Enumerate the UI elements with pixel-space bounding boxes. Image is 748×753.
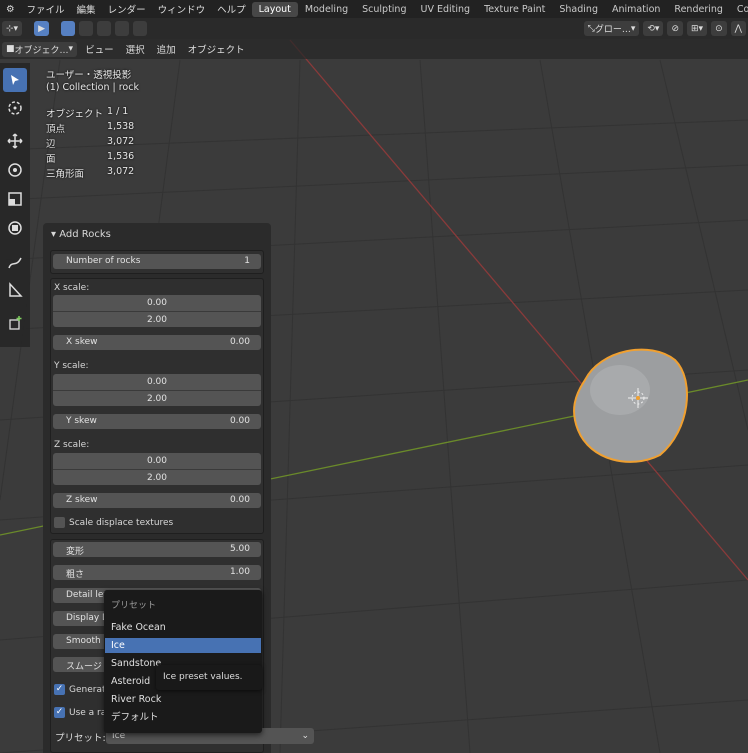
stat-vertices-label: 頂点: [46, 124, 66, 135]
preset-tooltip: Ice preset values.: [156, 665, 262, 690]
y-skew-field[interactable]: Y skew 0.00: [53, 414, 261, 429]
x-scale-range[interactable]: 0.00 2.00: [53, 295, 261, 327]
move-tool-icon[interactable]: [3, 129, 27, 153]
menu-file[interactable]: ファイル: [21, 2, 71, 16]
cursor-tool-icon[interactable]: [3, 96, 27, 120]
tab-shading[interactable]: Shading: [552, 2, 605, 17]
x-skew-field[interactable]: X skew 0.00: [53, 335, 261, 350]
z-scale-max[interactable]: 2.00: [53, 469, 261, 485]
menu-edit[interactable]: 編集: [71, 2, 102, 16]
menu-window[interactable]: ウィンドウ: [152, 2, 212, 16]
snap-target-icon[interactable]: ⊞▾: [687, 21, 708, 36]
z-scale-min[interactable]: 0.00: [53, 453, 261, 469]
checkbox-box: [54, 517, 65, 528]
stat-edges-label: 辺: [46, 139, 56, 150]
blender-window: ⚙ ファイル 編集 レンダー ウィンドウ ヘルプ Layout Modeling…: [0, 0, 748, 753]
measure-tool-icon[interactable]: [3, 278, 27, 302]
scale-displace-checkbox[interactable]: Scale displace textures: [54, 517, 173, 528]
view-name: ユーザー・透視投影: [46, 70, 132, 81]
tab-modeling[interactable]: Modeling: [298, 2, 355, 17]
preset-label: プリセット:: [55, 733, 106, 744]
tab-compositing[interactable]: Compositin: [730, 2, 748, 17]
tab-uv-editing[interactable]: UV Editing: [414, 2, 478, 17]
transform-mode-icon[interactable]: ⊹▾: [2, 21, 23, 36]
checkbox-checked-icon: ✓: [54, 684, 65, 695]
checkbox-checked-icon: ✓: [54, 707, 65, 718]
tab-sculpting[interactable]: Sculpting: [355, 2, 413, 17]
preset-item-ice[interactable]: Ice: [105, 638, 261, 653]
mode-dropdown[interactable]: ■ オブジェク… ▾: [2, 41, 78, 57]
z-scale-label: Z scale:: [54, 440, 90, 450]
stat-triangles-value: 3,072: [107, 166, 135, 177]
preset-item-fake-ocean[interactable]: Fake Ocean: [105, 620, 261, 635]
falloff-icon[interactable]: ⋀: [730, 21, 746, 36]
roughness-field[interactable]: 粗さ 1.00: [53, 565, 261, 580]
stat-vertices-value: 1,538: [107, 121, 135, 132]
y-scale-min[interactable]: 0.00: [53, 374, 261, 390]
stat-objects-value: 1 / 1: [107, 106, 129, 117]
deform-field[interactable]: 変形 5.00: [53, 542, 261, 557]
select-mode-new-icon[interactable]: [60, 21, 75, 36]
y-scale-range[interactable]: 0.00 2.00: [53, 374, 261, 406]
proportional-edit-icon[interactable]: ⊙: [711, 21, 727, 36]
preset-item-river-rock[interactable]: River Rock: [105, 692, 261, 707]
tab-layout[interactable]: Layout: [251, 1, 298, 17]
number-of-rocks-field[interactable]: Number of rocks 1: [53, 254, 261, 269]
blender-logo-icon[interactable]: ⚙: [0, 4, 21, 15]
chevron-down-icon: ⌄: [301, 731, 309, 741]
stat-faces-label: 面: [46, 154, 56, 165]
transform-tool-icon[interactable]: [3, 216, 27, 240]
stat-triangles-label: 三角形面: [46, 169, 85, 180]
x-scale-label: X scale:: [54, 283, 90, 293]
top-menubar: ⚙ ファイル 編集 レンダー ウィンドウ ヘルプ Layout Modeling…: [0, 0, 748, 18]
z-skew-field[interactable]: Z skew 0.00: [53, 493, 261, 508]
pivot-icon[interactable]: ⟲▾: [643, 21, 664, 36]
dropdown-header: プリセット: [111, 601, 157, 611]
x-axis-line: [289, 39, 748, 581]
select-tool-icon[interactable]: [3, 68, 27, 92]
viewport-header: ■ オブジェク… ▾ ビュー 選択 追加 オブジェクト: [0, 39, 748, 59]
add-cube-tool-icon[interactable]: [3, 311, 27, 335]
select-mode-subtract-icon[interactable]: [96, 21, 111, 36]
tool-header: ⊹▾ ▶ ⤡ グロー… ▾ ⟲▾ ⊘ ⊞▾ ⊙ ⋀: [0, 18, 748, 39]
y-scale-label: Y scale:: [54, 361, 89, 371]
tab-rendering[interactable]: Rendering: [667, 2, 730, 17]
menu-select[interactable]: 選択: [120, 42, 151, 56]
preset-dropdown-menu: プリセット Fake Ocean Ice Sandstone Asteroid …: [104, 590, 262, 733]
select-mode-intersect-icon[interactable]: [132, 21, 147, 36]
stat-objects-label: オブジェクト: [46, 109, 104, 120]
x-scale-min[interactable]: 0.00: [53, 295, 261, 311]
stat-edges-value: 3,072: [107, 136, 135, 147]
menu-add[interactable]: 追加: [151, 42, 182, 56]
tab-texture-paint[interactable]: Texture Paint: [477, 2, 552, 17]
collection-label: (1) Collection | rock: [46, 82, 139, 93]
snap-icon[interactable]: ⊘: [667, 21, 683, 36]
y-scale-max[interactable]: 2.00: [53, 390, 261, 406]
orientation-dropdown[interactable]: ⤡ グロー… ▾: [583, 21, 640, 36]
menu-render[interactable]: レンダー: [102, 2, 152, 16]
tab-animation[interactable]: Animation: [605, 2, 667, 17]
panel-header[interactable]: ▾ Add Rocks: [51, 229, 111, 240]
annotate-tool-icon[interactable]: [3, 251, 27, 275]
scale-tool-icon[interactable]: [3, 187, 27, 211]
menu-object[interactable]: オブジェクト: [182, 42, 251, 56]
select-mode-invert-icon[interactable]: [114, 21, 129, 36]
orientation-icon: ⤡: [587, 23, 595, 34]
collapse-arrow-icon: ▾: [51, 229, 60, 240]
menu-help[interactable]: ヘルプ: [211, 2, 252, 16]
stat-faces-value: 1,536: [107, 151, 135, 162]
preset-item-default[interactable]: デフォルト: [105, 710, 261, 725]
object-mode-icon: ■: [6, 44, 15, 54]
menu-view[interactable]: ビュー: [79, 42, 120, 56]
x-scale-max[interactable]: 2.00: [53, 311, 261, 327]
select-box-tool-icon[interactable]: ▶: [34, 21, 49, 36]
z-scale-range[interactable]: 0.00 2.00: [53, 453, 261, 485]
select-mode-extend-icon[interactable]: [78, 21, 93, 36]
left-toolbar: [0, 63, 30, 347]
generate-checkbox[interactable]: ✓ Generate: [54, 684, 111, 695]
rotate-tool-icon[interactable]: [3, 158, 27, 182]
